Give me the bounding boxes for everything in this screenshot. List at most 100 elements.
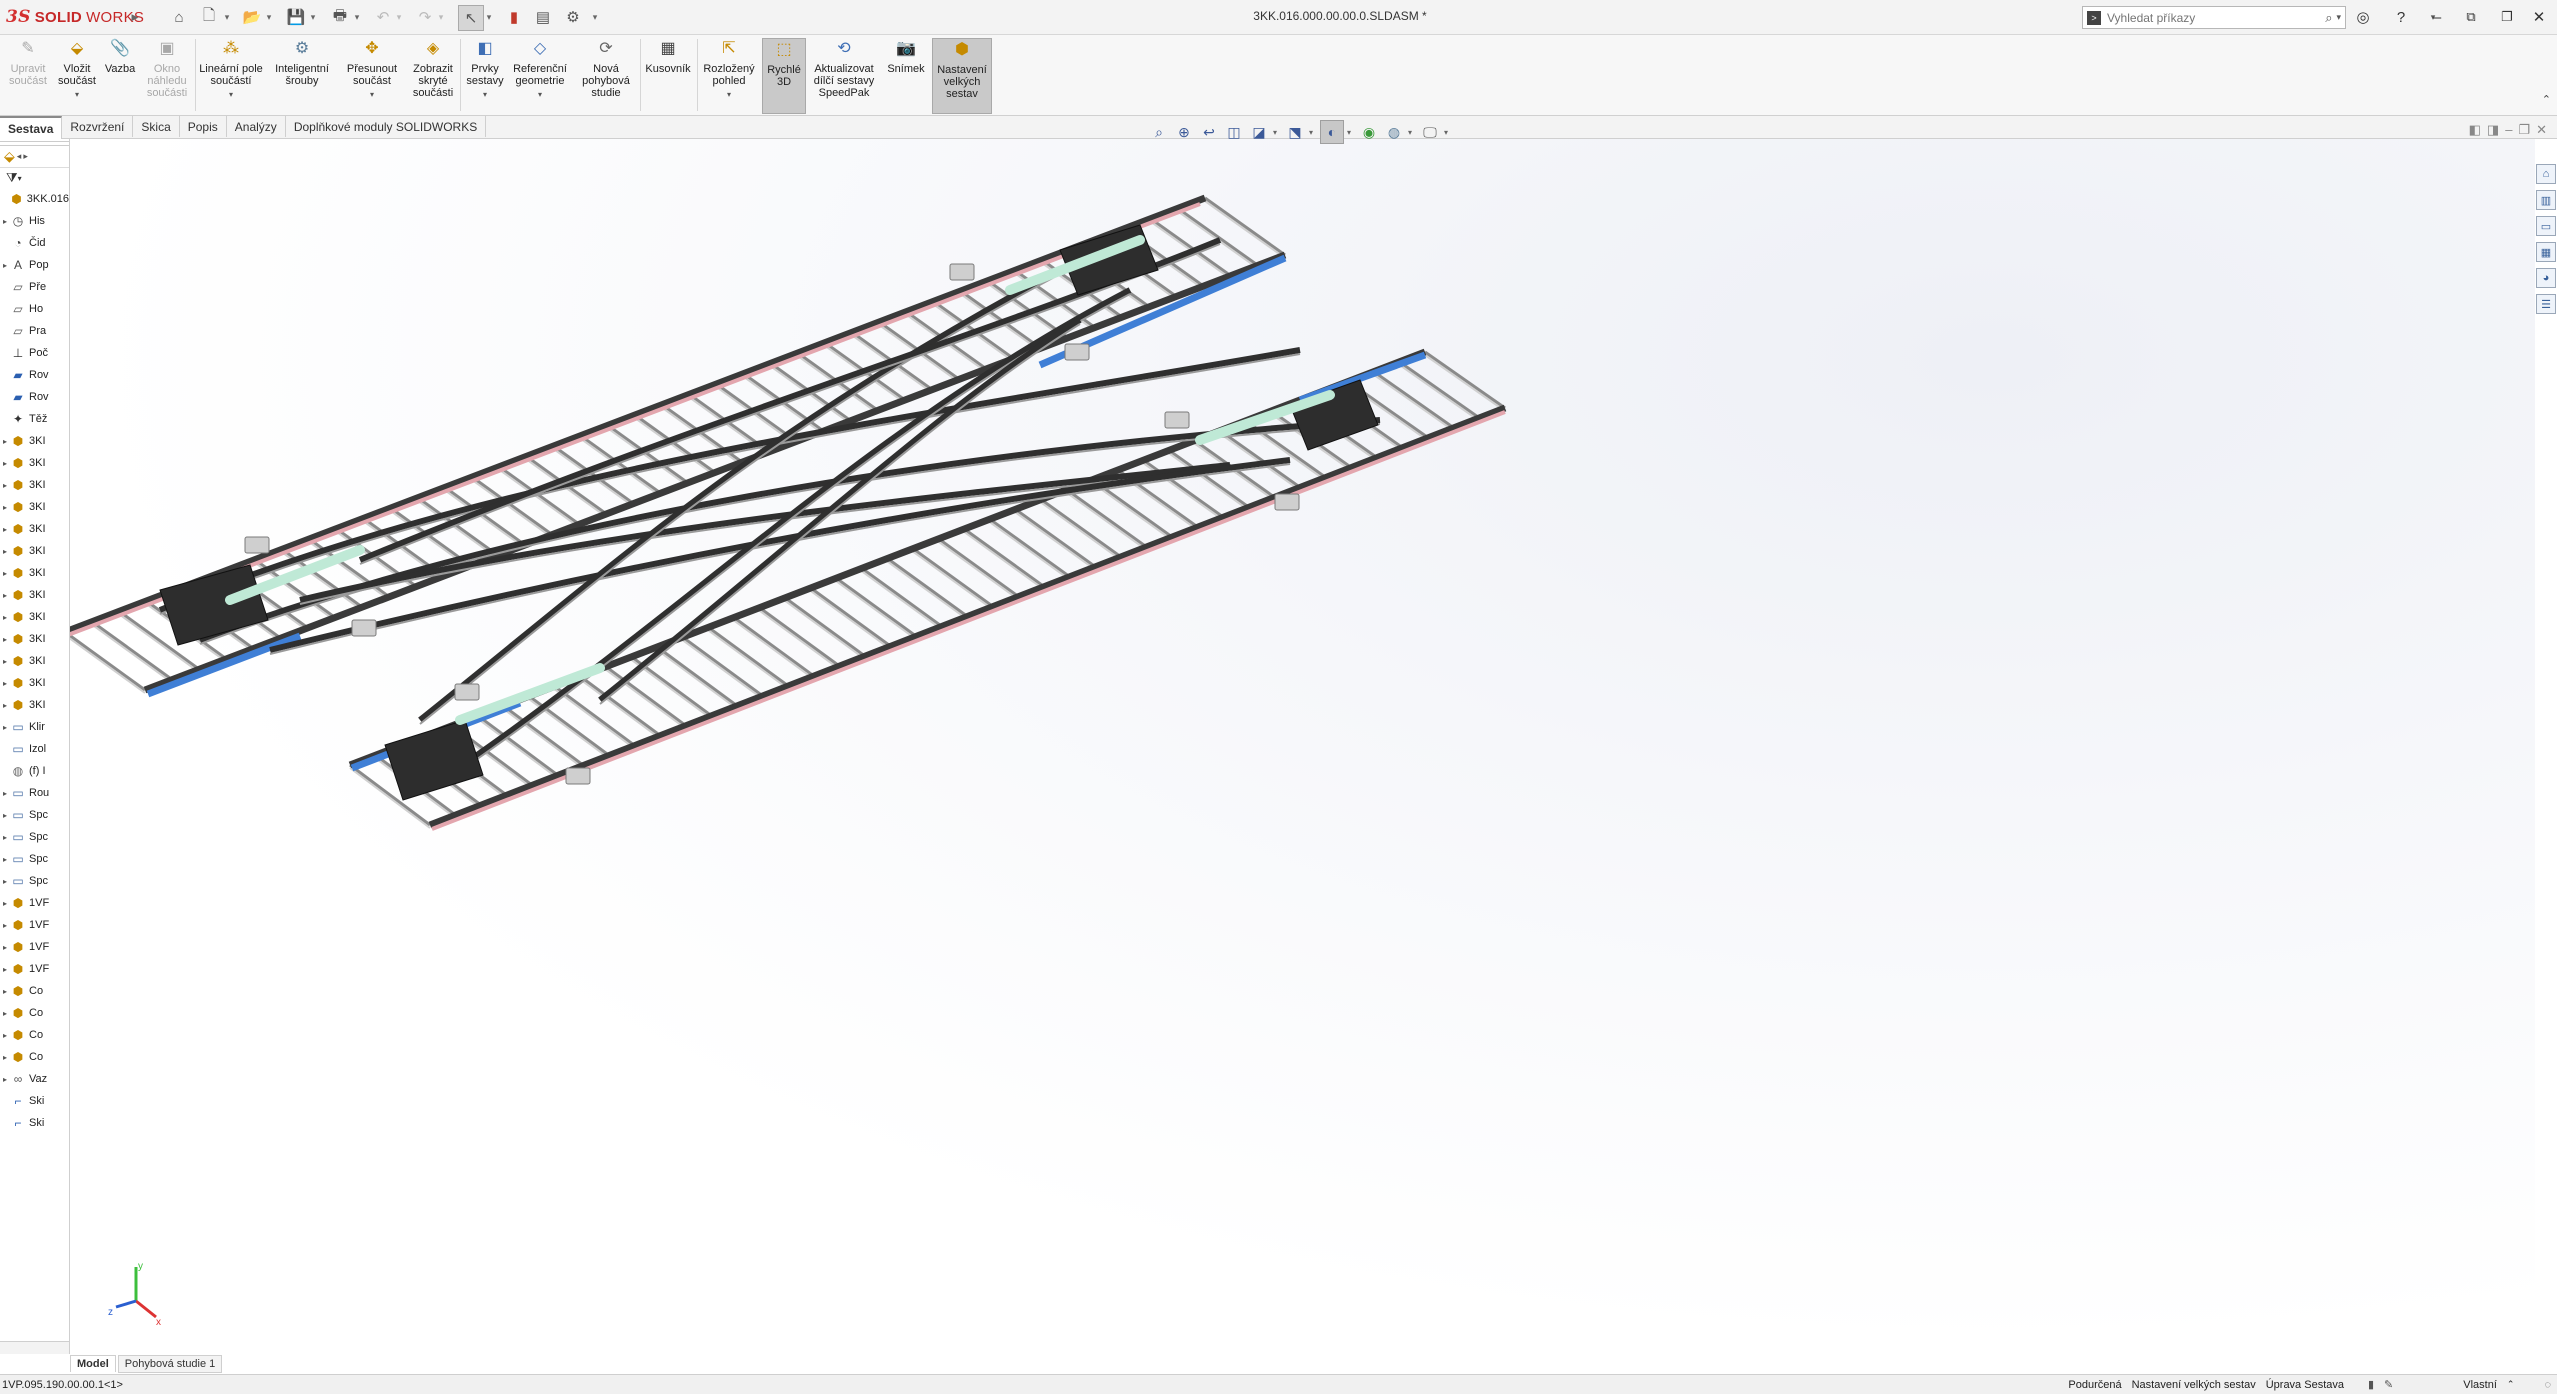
rebuild-status-icon[interactable]: ▮ <box>2368 1378 2374 1391</box>
previous-view-icon[interactable]: ↩ <box>1198 121 1220 143</box>
undo-dropdown-icon[interactable]: ▾ <box>394 5 404 29</box>
expand-arrow-icon[interactable]: ▸ <box>0 789 10 798</box>
design-library-icon[interactable]: ▥ <box>2536 190 2556 210</box>
tree-node[interactable]: ▸ A Pop <box>0 254 69 276</box>
tree-node[interactable]: ▸ ⬢ 3KI <box>0 650 69 672</box>
tab-motion-study-1[interactable]: Pohybová studie 1 <box>117 1355 223 1373</box>
tree-node[interactable]: ▸ ⬢ Co <box>0 980 69 1002</box>
tree-node[interactable]: ✦ Těž <box>0 408 69 430</box>
manager-tabs-left-arrow-icon[interactable]: ◂ <box>17 151 22 162</box>
search-dropdown-icon[interactable]: ▾ <box>2336 12 2341 23</box>
instant-3d-button[interactable]: ⬚ Rychlé 3D <box>762 38 806 114</box>
tree-node[interactable]: ▱ Ho <box>0 298 69 320</box>
manager-tabs-right-arrow-icon[interactable]: ▸ <box>23 151 28 162</box>
tab-layout[interactable]: Rozvržení <box>62 116 134 137</box>
expand-arrow-icon[interactable]: ▸ <box>0 965 10 974</box>
expand-arrow-icon[interactable]: ▸ <box>0 459 10 468</box>
mate-button[interactable]: 📎 Vazba <box>100 38 140 112</box>
expand-arrow-icon[interactable]: ▸ <box>0 1075 10 1084</box>
tree-node[interactable]: ▰ Rov <box>0 364 69 386</box>
tree-node[interactable]: ▸ ⬢ 3KI <box>0 430 69 452</box>
scene-dropdown-icon[interactable]: ▾ <box>1408 128 1416 137</box>
update-speedpak-button[interactable]: ⟲ Aktualizovat dílčí sestavy SpeedPak <box>808 38 880 112</box>
tree-node[interactable]: ▸ ▭ Spc <box>0 870 69 892</box>
dynamic-annotation-icon[interactable]: ◪ <box>1248 121 1270 143</box>
move-component-dropdown-icon[interactable]: ▾ <box>370 89 374 101</box>
edit-appearance-icon[interactable]: ◉ <box>1358 121 1380 143</box>
expand-arrow-icon[interactable]: ▸ <box>0 1009 10 1018</box>
tree-node[interactable]: ▸ ▭ Rou <box>0 782 69 804</box>
tree-node[interactable]: ▸ ⬢ 3KI <box>0 496 69 518</box>
tree-node[interactable]: ▸ ▭ Klir <box>0 716 69 738</box>
tree-node[interactable]: ▱ Pra <box>0 320 69 342</box>
tree-node[interactable]: ▸ ⬢ 3KI <box>0 606 69 628</box>
reference-geometry-button[interactable]: ◇ Referenční geometrie ▾ <box>508 38 572 112</box>
logo-menu-chevron-icon[interactable]: ▶ <box>130 5 140 29</box>
assembly-features-dropdown-icon[interactable]: ▾ <box>483 89 487 101</box>
file-explorer-icon[interactable]: ▭ <box>2536 216 2556 236</box>
tree-node[interactable]: ⌐ Ski <box>0 1090 69 1112</box>
linear-pattern-dropdown-icon[interactable]: ▾ <box>229 89 233 101</box>
viewport-restore-icon[interactable]: ❐ <box>2518 122 2530 138</box>
tree-node[interactable]: ▸ ⬢ Co <box>0 1002 69 1024</box>
tree-node[interactable]: ▰ Rov <box>0 386 69 408</box>
insert-component-dropdown-icon[interactable]: ▾ <box>75 89 79 101</box>
expand-arrow-icon[interactable]: ▸ <box>0 525 10 534</box>
file-properties-icon[interactable]: ▤ <box>532 5 554 29</box>
tree-node[interactable]: ⊥ Poč <box>0 342 69 364</box>
expand-arrow-icon[interactable]: ▸ <box>0 547 10 556</box>
bill-of-materials-button[interactable]: ▦ Kusovník <box>642 38 694 112</box>
tab-sketch[interactable]: Skica <box>133 116 180 137</box>
home-icon[interactable]: ⌂ <box>166 5 192 29</box>
user-account-icon[interactable]: ◎ <box>2350 4 2376 30</box>
assembly-features-button[interactable]: ◧ Prvky sestavy ▾ <box>462 38 508 112</box>
tree-node[interactable]: ⌐ Ski <box>0 1112 69 1134</box>
notifications-icon[interactable]: ◌ <box>2544 1379 2551 1391</box>
snapshot-button[interactable]: 📷 Snímek <box>884 38 928 112</box>
tree-node[interactable]: ▸ ⬢ 3KI <box>0 694 69 716</box>
expand-arrow-icon[interactable]: ▸ <box>0 481 10 490</box>
graphics-viewport[interactable]: y x z <box>70 139 2535 1354</box>
search-input[interactable] <box>2105 9 2326 26</box>
appearances-icon[interactable]: ◕ <box>2536 268 2556 288</box>
tree-node[interactable]: ▸ ⬢ 3KI <box>0 628 69 650</box>
tab-assembly[interactable]: Sestava <box>0 116 63 139</box>
tree-node[interactable]: ▸ ▭ Spc <box>0 826 69 848</box>
expand-arrow-icon[interactable]: ▸ <box>0 833 10 842</box>
hide-show-dropdown-icon[interactable]: ▾ <box>1347 128 1355 137</box>
display-style-icon[interactable]: ◐ <box>1320 120 1344 144</box>
zoom-to-fit-icon[interactable]: ⌕ <box>1148 121 1170 143</box>
reference-geometry-dropdown-icon[interactable]: ▾ <box>538 89 542 101</box>
tree-node[interactable]: ▸ ⬢ 1VF <box>0 914 69 936</box>
expand-arrow-icon[interactable]: ▸ <box>0 921 10 930</box>
expand-arrow-icon[interactable]: ▸ <box>0 217 10 226</box>
tree-node[interactable]: ▸ ⬢ 3KI <box>0 518 69 540</box>
expand-arrow-icon[interactable]: ▸ <box>0 855 10 864</box>
turnout-crossing-model[interactable] <box>70 139 2535 1354</box>
expand-arrow-icon[interactable]: ▸ <box>0 701 10 710</box>
tree-filter[interactable]: ⧩ ▾ <box>0 168 69 188</box>
tab-model[interactable]: Model <box>70 1355 116 1372</box>
insert-component-button[interactable]: ⬙ Vložit součást ▾ <box>54 38 100 112</box>
expand-arrow-icon[interactable]: ▸ <box>0 987 10 996</box>
expand-arrow-icon[interactable]: ▸ <box>0 899 10 908</box>
tree-node[interactable]: ▸ ⬢ 3KI <box>0 540 69 562</box>
view-settings-monitor-icon[interactable]: 🖵 <box>1419 121 1441 143</box>
viewport-minimize-icon[interactable]: – <box>2505 122 2512 138</box>
tree-node[interactable]: ▸ ◷ His <box>0 210 69 232</box>
smart-fasteners-button[interactable]: ⚙ Inteligentní šrouby <box>268 38 336 112</box>
expand-arrow-icon[interactable]: ▸ <box>0 723 10 732</box>
quick-tips-icon[interactable]: ✎ <box>2384 1378 2393 1391</box>
new-motion-study-button[interactable]: ⟳ Nová pohybová studie <box>576 38 636 112</box>
print-dropdown-icon[interactable]: ▾ <box>352 5 362 29</box>
tree-node[interactable]: ▸ ⬢ 1VF <box>0 936 69 958</box>
tree-node[interactable]: ▸ ▭ Spc <box>0 848 69 870</box>
tab-evaluate[interactable]: Analýzy <box>227 116 286 137</box>
new-dropdown-icon[interactable]: ▾ <box>222 5 232 29</box>
options-gear-icon[interactable]: ⚙ <box>562 5 584 29</box>
tree-node[interactable]: ▸ ⬢ Co <box>0 1024 69 1046</box>
view-palette-icon[interactable]: ▦ <box>2536 242 2556 262</box>
tree-node[interactable]: ▸ ⬢ 3KI <box>0 474 69 496</box>
zoom-to-area-icon[interactable]: ⊕ <box>1173 121 1195 143</box>
save-dropdown-icon[interactable]: ▾ <box>308 5 318 29</box>
